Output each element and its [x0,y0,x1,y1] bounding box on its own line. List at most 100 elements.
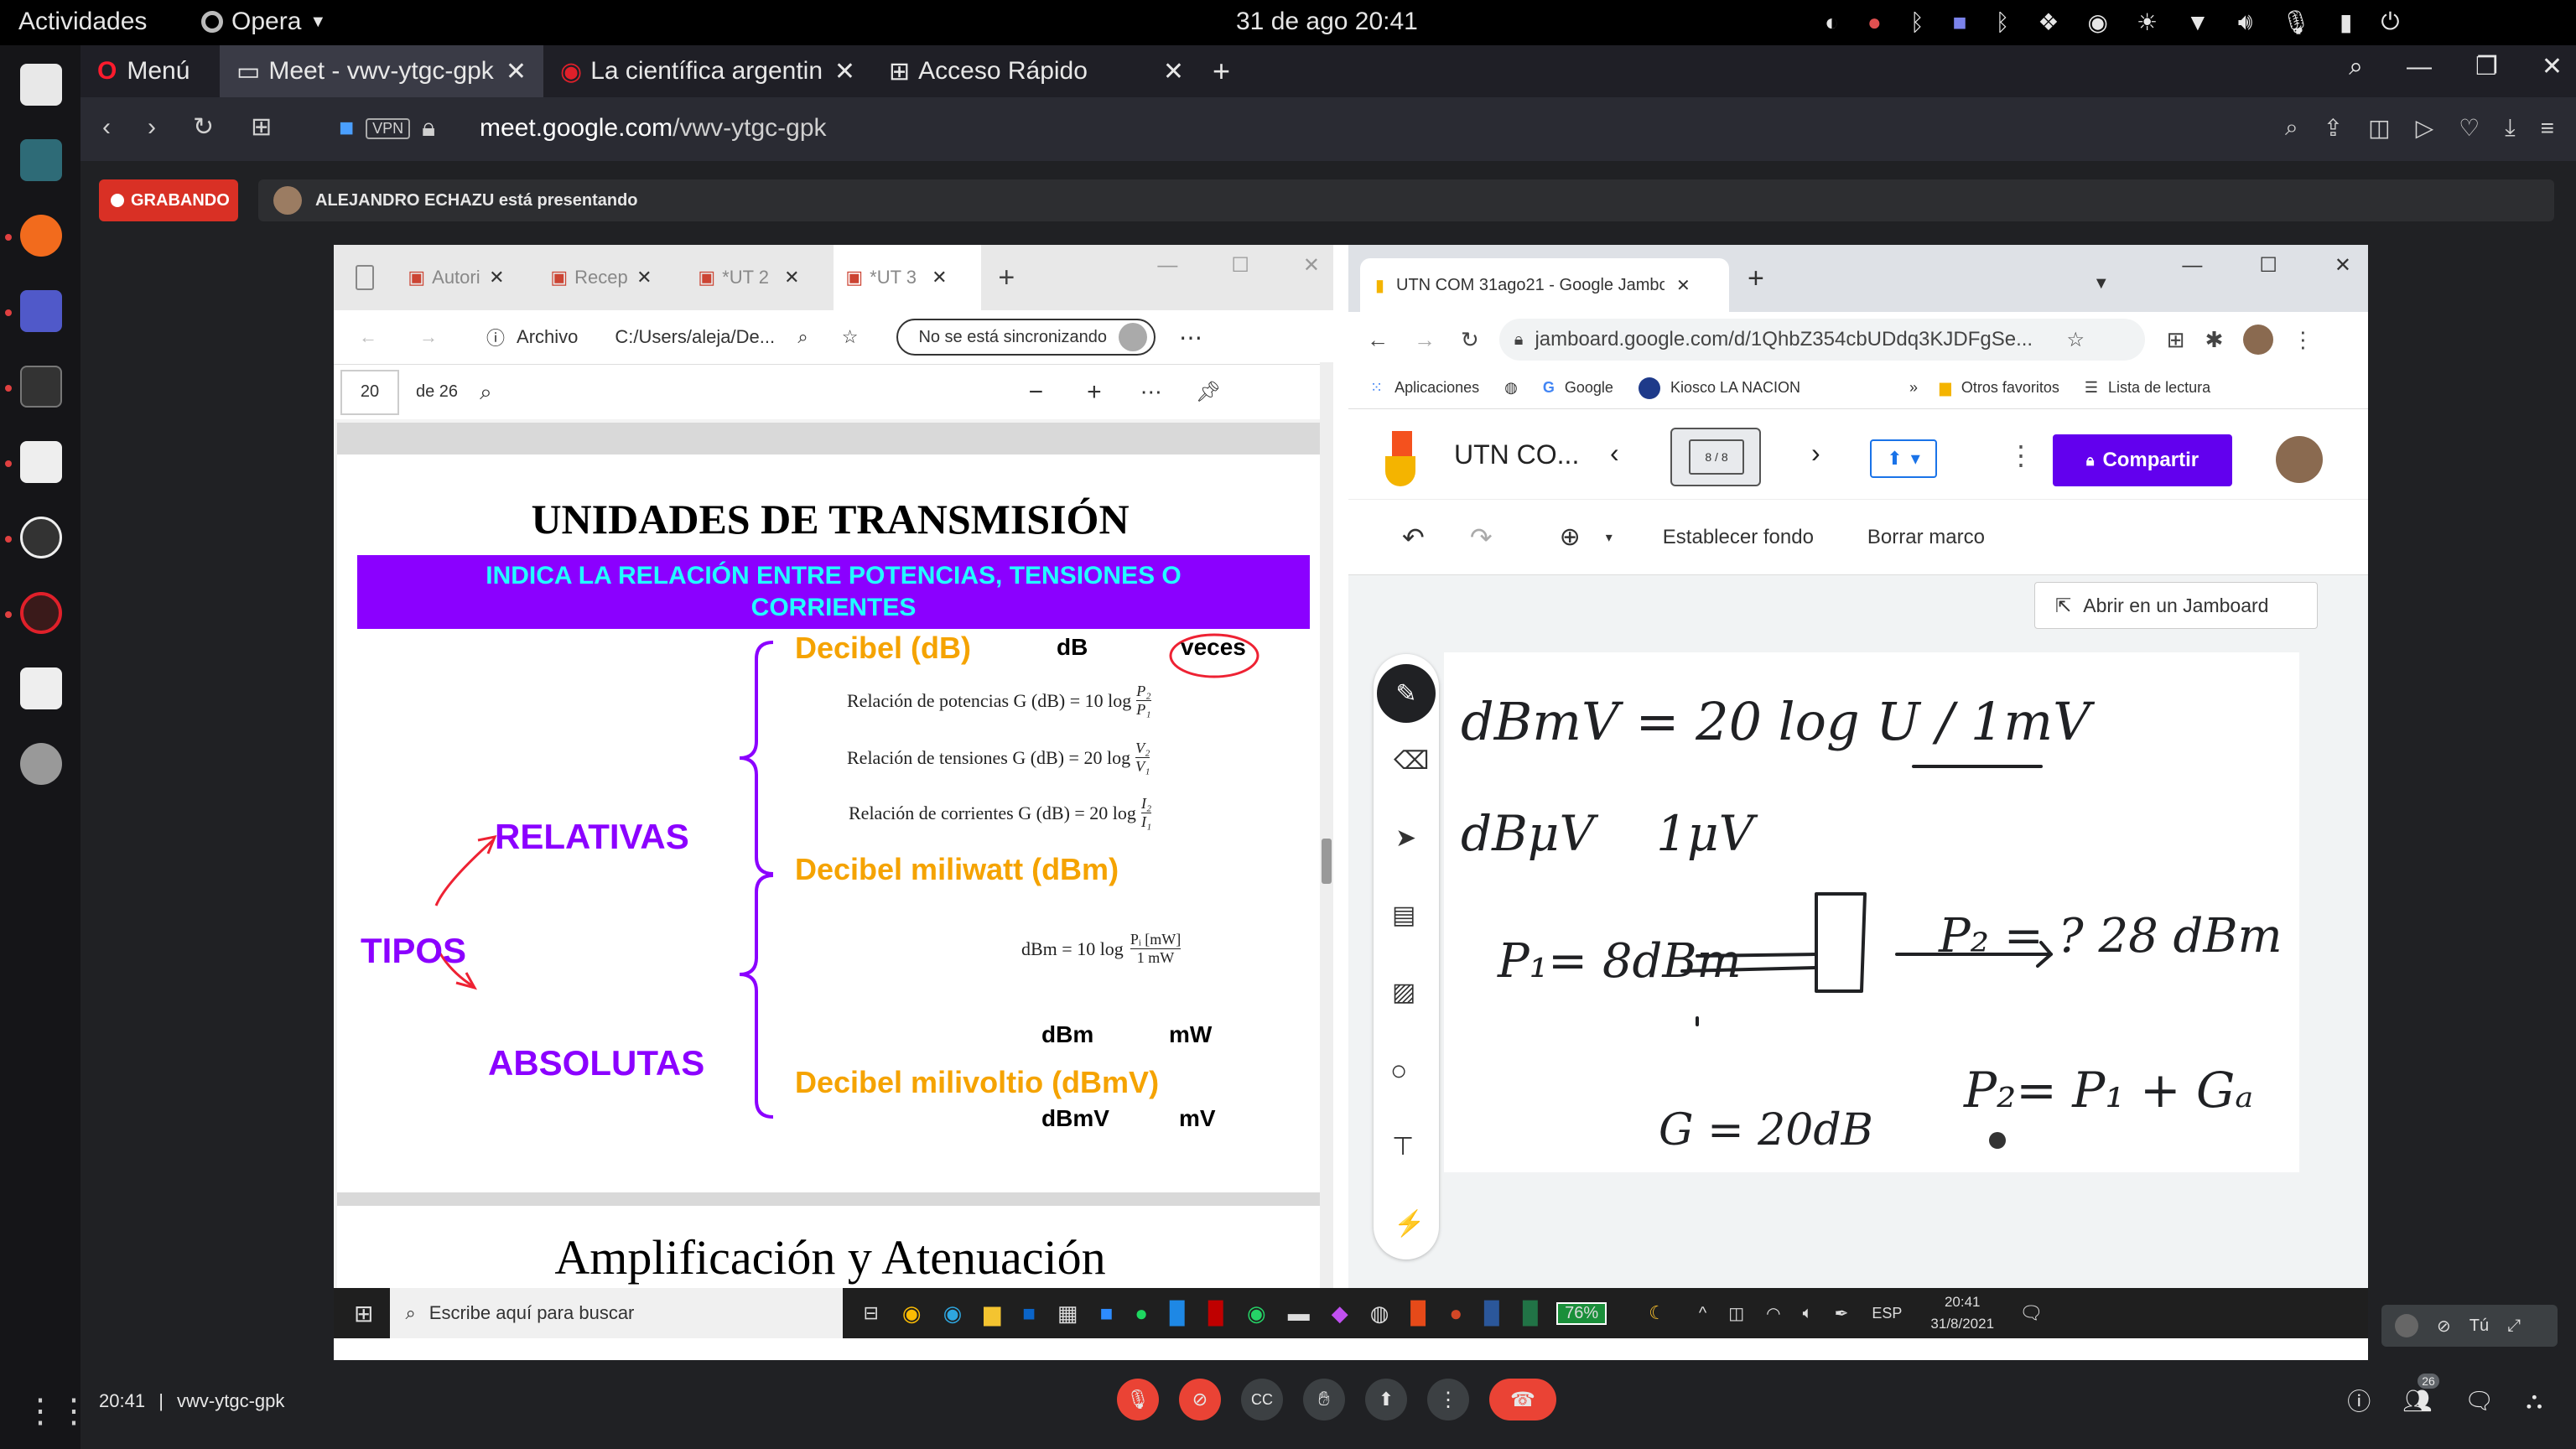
network-icon[interactable]: ▦ [1057,1301,1078,1327]
edge-tab[interactable]: ▣ *UT 2 ✕ [686,245,834,310]
filezilla-icon[interactable]: ▉ [1208,1301,1225,1327]
tab-meet[interactable]: ▭ Meet - vwv-ytgc-gpk ✕ [220,45,543,97]
present-now-button[interactable]: ⬆ [1365,1379,1407,1420]
bookmark-star-icon[interactable]: ☆ [2066,328,2085,352]
prev-frame-icon[interactable]: ‹ [1610,438,1619,469]
expand-icon[interactable]: ⤢ [2507,1317,2521,1336]
microphone-icon[interactable]: 🎙︎ [2281,8,2311,36]
chrome-icon[interactable]: ◉ [902,1301,922,1327]
scrollbar-thumb[interactable] [1322,839,1332,884]
tab-cientifica[interactable]: ◉ La científica argentin ✕ [543,45,872,97]
app-tray-icon[interactable]: ● [1867,9,1882,36]
open-in-jamboard-button[interactable]: ⇱ Abrir en un Jamboard [2034,582,2318,629]
info-icon[interactable]: ⓘ [2347,1384,2371,1417]
leave-call-button[interactable]: ☎ [1489,1379,1556,1420]
captions-button[interactable]: CC [1241,1379,1283,1420]
laser-tool-icon[interactable]: ⚡ [1394,1209,1425,1239]
pdf-scrollbar[interactable] [1320,362,1333,1288]
image-tool-icon[interactable]: ▨ [1392,978,1415,1007]
files-icon[interactable] [20,64,62,106]
download-icon[interactable]: ⤓ [2505,114,2515,142]
next-frame-icon[interactable]: › [1811,438,1820,469]
notifications-icon[interactable]: 🗨︎ [2019,1302,2043,1324]
close-icon[interactable]: ✕ [636,267,652,288]
activities-icon[interactable]: ⛬ [2526,1387,2542,1415]
office-icon[interactable]: ▉ [1410,1301,1427,1327]
sync-button[interactable]: No se está sincronizando [896,319,1156,356]
favorites-icon[interactable]: ☆ [842,326,859,348]
disk-icon[interactable] [20,743,62,785]
bluetooth-icon[interactable]: ᛒ [1910,9,1924,36]
zoom-icon[interactable]: ⊕ [1560,522,1581,552]
edge-tab-active[interactable]: ▣ *UT 3 ✕ [834,245,982,310]
battery-indicator[interactable]: 76% [1556,1301,1607,1325]
obs-tray-icon[interactable]: ◐ [1825,9,1839,36]
more-options-button[interactable]: ⋮ [1427,1379,1469,1420]
windows-search-box[interactable]: ⌕ Escribe aquí para buscar [390,1288,844,1338]
extensions-icon[interactable]: ✱ [2205,327,2224,353]
close-window-icon[interactable]: ✕ [2334,253,2351,278]
easy-setup-icon[interactable]: ≡ [2541,115,2554,142]
terminal-app-icon[interactable]: ▬ [1288,1301,1310,1327]
word-icon[interactable]: ▉ [1484,1301,1501,1327]
chrome-tab[interactable]: ▮ UTN COM 31ago21 - Google Jambo ✕ [1360,258,1729,312]
raise-hand-button[interactable]: ✋︎ [1303,1379,1345,1420]
clear-frame-button[interactable]: Borrar marco [1867,526,1985,549]
task-view-icon[interactable]: ⊟ [863,1302,878,1324]
bookmark-folder[interactable]: Otros favoritos [1961,379,2059,397]
back-icon[interactable]: ← [359,326,377,348]
explorer-icon[interactable]: ▆ [984,1301,1000,1327]
circle-tool-icon[interactable]: ○ [1390,1055,1408,1088]
vpn-badge[interactable]: VPN [366,117,411,139]
search-icon[interactable]: ⌕ [480,379,492,406]
more-options-icon[interactable]: ⋮ [2007,439,2034,471]
tabs-overview-icon[interactable]: ⊞ [251,112,272,142]
language-indicator[interactable]: ESP [1872,1305,1902,1322]
new-tab-icon[interactable]: + [998,262,1015,294]
overflow-icon[interactable]: » [1909,379,1918,397]
set-background-button[interactable]: Establecer fondo [1663,526,1814,549]
pen-tool-icon[interactable]: ✎ [1377,664,1436,723]
close-icon[interactable]: ✕ [834,57,855,86]
wifi-icon[interactable]: ◠ [1766,1303,1780,1324]
text-box-tool-icon[interactable]: ⊤ [1392,1132,1414,1161]
undo-icon[interactable]: ↶ [1402,522,1425,553]
user-avatar[interactable] [2276,436,2323,483]
maximize-icon[interactable]: ☐ [2259,253,2277,278]
whiteboard[interactable]: dBmV = 20 log U / 1mV dBμV 1μV P₁= 8dBm … [1444,652,2299,1172]
paint-icon[interactable]: ◆ [1332,1301,1348,1327]
tab-search-icon[interactable]: ▼ [2093,274,2110,293]
minimize-icon[interactable]: — [2182,254,2202,278]
select-tool-icon[interactable]: ➤ [1395,823,1416,853]
maximize-icon[interactable]: ☐ [1231,253,1249,278]
close-icon[interactable]: ✕ [1163,57,1184,86]
firefox-icon[interactable] [20,215,62,257]
close-icon[interactable]: ✕ [784,267,799,288]
minimize-icon[interactable]: — [2407,53,2432,81]
new-tab-icon[interactable]: + [1748,262,1764,295]
zoom-icon[interactable]: ⌕ [797,326,808,348]
url-field[interactable]: meet.google.com/vwv-ytgc-gpk [480,114,827,143]
edge-icon[interactable]: ◉ [943,1301,963,1327]
camera-off-button[interactable]: ⊘ [1179,1379,1221,1420]
restore-icon[interactable]: ❐ [2475,52,2498,81]
zoom-out-icon[interactable]: − [1029,378,1044,407]
new-tab-icon[interactable]: + [1213,54,1230,89]
apps-icon[interactable]: ⁙ [1370,379,1383,397]
forward-icon[interactable]: → [419,326,438,348]
document-viewer-icon[interactable] [20,441,62,483]
find-icon[interactable]: ⌕ [2285,114,2298,142]
system-monitor-icon[interactable] [20,139,62,181]
pin-icon[interactable]: 📌︎ [1196,380,1221,404]
moon-icon[interactable]: ☾ [1649,1302,1665,1324]
wifi-icon[interactable]: ▼ [2186,9,2210,36]
teams-tray-icon[interactable]: ■ [1953,9,1967,36]
close-window-icon[interactable]: ✕ [1303,253,1320,278]
dropbox-icon[interactable]: ❖ [2038,8,2059,36]
more-icon[interactable]: ⋯ [1179,324,1202,351]
redo-icon[interactable]: ↷ [1470,522,1493,553]
reload-icon[interactable]: ↻ [1461,327,1479,353]
teams-icon[interactable] [20,290,62,332]
search-tabs-icon[interactable]: ⌕ [2349,53,2363,81]
edge-address-field[interactable]: C:/Users/aleja/De... [615,326,794,348]
